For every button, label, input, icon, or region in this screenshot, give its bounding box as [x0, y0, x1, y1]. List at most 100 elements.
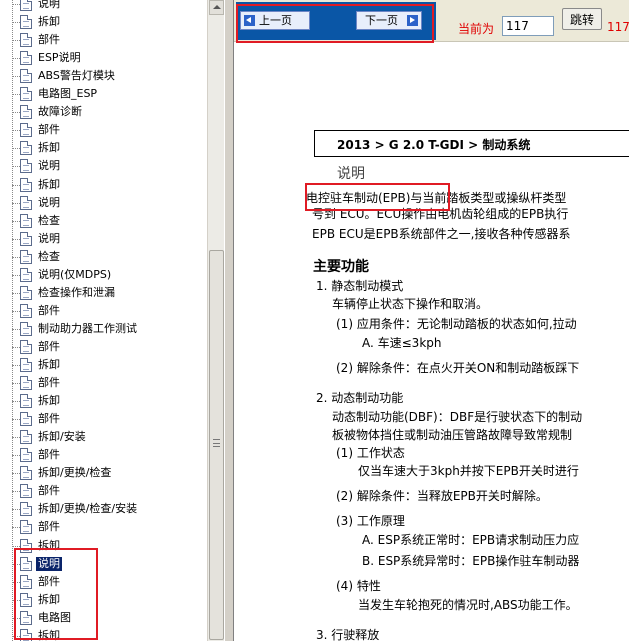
tree-item[interactable]: 拆卸 — [0, 591, 207, 609]
tree-item[interactable]: 部件 — [0, 518, 207, 536]
tree-item-label: 说明 — [38, 0, 60, 10]
tree-item[interactable]: 检查 — [0, 212, 207, 230]
tree-item-label: 说明(仅MDPS) — [38, 267, 112, 281]
tree-item[interactable]: 拆卸 — [0, 537, 207, 555]
tree-item[interactable]: 拆卸/安装 — [0, 428, 207, 446]
tree-connector — [12, 202, 20, 204]
tree-item[interactable]: 电路图_ESP — [0, 85, 207, 103]
tree-item[interactable]: 故障诊断 — [0, 103, 207, 121]
tree-item-label: 部件 — [38, 376, 60, 390]
tree-item-label: 拆卸 — [38, 358, 60, 371]
breadcrumb-box: 2013 > G 2.0 T-GDI > 制动系统 — [314, 130, 629, 157]
tree-item-label: 部件 — [38, 448, 60, 462]
doc-line: A. 车速≤3kph — [362, 336, 442, 350]
tree-item-label: ABS警告灯模块 — [38, 69, 115, 83]
tree-connector — [12, 4, 20, 5]
doc-line: A. ESP系统正常时：EPB请求制动压力应 — [362, 533, 580, 547]
doc-line: B. ESP系统异常时：EPB操作驻车制动器 — [362, 554, 580, 568]
document-icon — [20, 159, 32, 174]
tree-connector — [12, 238, 20, 240]
tree-item[interactable]: 部件 — [0, 338, 207, 356]
document-icon — [20, 123, 32, 138]
document-icon — [20, 303, 32, 318]
tree-item[interactable]: 拆卸/更换/检查/安装 — [0, 500, 207, 518]
tree-item[interactable]: 部件 — [0, 374, 207, 392]
tree-connector — [12, 437, 20, 439]
document-icon — [20, 105, 32, 120]
document-icon — [20, 195, 32, 210]
doc-line: 3. 行驶释放 — [316, 628, 380, 641]
jump-button[interactable]: 跳转 — [562, 8, 602, 30]
tree-item[interactable]: 检查 — [0, 248, 207, 266]
tree-item[interactable]: 部件 — [0, 573, 207, 591]
tree-item[interactable]: 说明 — [0, 194, 207, 212]
tree-connector — [12, 599, 20, 601]
tree-scrollbar[interactable] — [207, 0, 224, 641]
tree-item[interactable]: 部件 — [0, 410, 207, 428]
tree-connector — [12, 401, 20, 403]
tree-connector — [12, 563, 20, 565]
document-icon — [20, 502, 32, 517]
document-icon — [20, 394, 32, 409]
main-heading: 主要功能 — [313, 259, 369, 275]
tree-item[interactable]: 部件 — [0, 302, 207, 320]
tree-connector — [12, 148, 20, 150]
tree-item[interactable]: 说明 — [0, 230, 207, 248]
tree-item[interactable]: 说明(仅MDPS) — [0, 266, 207, 284]
tree-item-label: 电路图_ESP — [38, 87, 98, 101]
tree-connector — [12, 94, 20, 96]
tree-item[interactable]: 部件 — [0, 482, 207, 500]
tree-item[interactable]: 拆卸 — [0, 139, 207, 157]
tree-connector — [12, 328, 20, 330]
tree-item[interactable]: 说明 — [0, 157, 207, 175]
tree-connector — [12, 635, 20, 637]
tree-item[interactable]: 部件 — [0, 446, 207, 464]
tree-item[interactable]: 说明 — [0, 555, 207, 573]
tree-item-label: 说明 — [38, 159, 60, 173]
page-number-input[interactable] — [502, 16, 554, 36]
document-icon — [20, 574, 32, 589]
tree-connector — [12, 166, 20, 168]
document-icon — [20, 484, 32, 499]
prev-page-button[interactable]: 上一页 — [240, 11, 310, 30]
doc-line: 当发生车轮抱死的情况时,ABS功能工作。 — [358, 598, 578, 612]
tree-item[interactable]: 拆卸/更换/检查 — [0, 464, 207, 482]
tree-connector — [12, 112, 20, 114]
tree-item[interactable]: 拆卸 — [0, 356, 207, 374]
tree-item-label: 拆卸/安装 — [38, 430, 86, 444]
next-page-button[interactable]: 下一页 — [356, 11, 422, 30]
tree-item-label: 部件 — [38, 33, 60, 47]
document-icon — [20, 466, 32, 481]
doc-line: 1. 静态制动模式 — [316, 279, 404, 293]
tree-connector — [12, 346, 20, 348]
tree-item-label: 检查操作和泄漏 — [38, 285, 115, 299]
tree-item-label: 部件 — [38, 123, 60, 137]
doc-line: 车辆停止状态下操作和取消。 — [332, 297, 489, 311]
tree-item[interactable]: 检查操作和泄漏 — [0, 284, 207, 302]
tree-item[interactable]: 制动助力器工作测试 — [0, 320, 207, 338]
tree-item-label: 拆卸 — [38, 141, 60, 155]
tree-item[interactable]: ABS警告灯模块 — [0, 67, 207, 85]
tree-item[interactable]: 部件 — [0, 121, 207, 139]
tree-item-label: 部件 — [38, 339, 60, 353]
scroll-up-arrow-icon[interactable] — [209, 0, 224, 15]
tree-connector — [12, 509, 20, 511]
tree-item[interactable]: 拆卸 — [0, 13, 207, 31]
tree-connector — [12, 22, 20, 24]
tree-item[interactable]: 拆卸 — [0, 392, 207, 410]
scroll-thumb[interactable] — [209, 250, 224, 640]
right-arrow-icon — [407, 15, 418, 26]
tree-connector — [12, 455, 20, 457]
document-icon — [20, 267, 32, 282]
tree-item[interactable]: 部件 — [0, 31, 207, 49]
tree-item[interactable]: 说明 — [0, 0, 207, 13]
panel-splitter[interactable] — [224, 0, 234, 641]
tree-item[interactable]: 拆卸 — [0, 627, 207, 641]
tree-item[interactable]: 拆卸 — [0, 176, 207, 194]
document-icon — [20, 339, 32, 354]
tree-item[interactable]: ESP说明 — [0, 49, 207, 67]
document-icon — [20, 430, 32, 445]
tree-item-label: 部件 — [38, 484, 60, 498]
tree-item[interactable]: 电路图 — [0, 609, 207, 627]
prev-page-label: 上一页 — [259, 14, 292, 27]
